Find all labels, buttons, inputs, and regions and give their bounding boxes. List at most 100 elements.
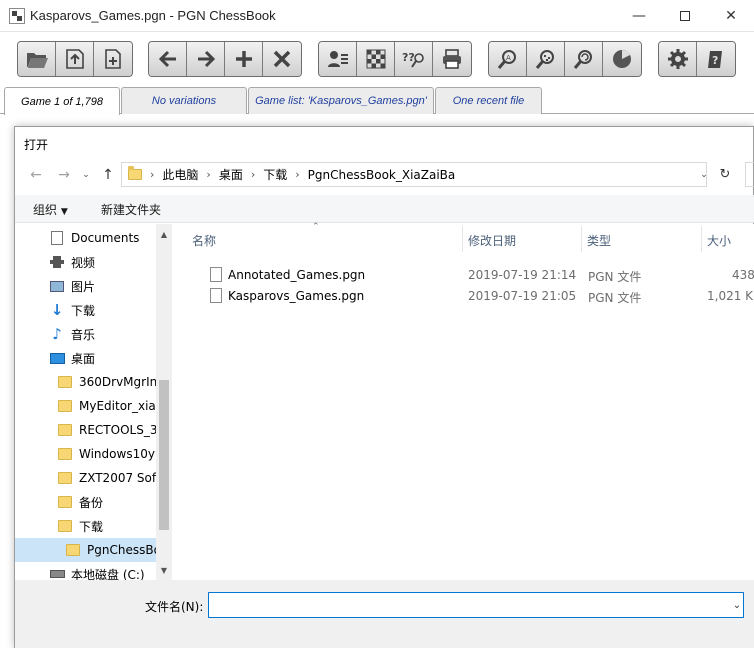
column-header-type[interactable]: 类型	[587, 232, 611, 249]
nav-item-folder[interactable]: 360DrvMgrIn	[15, 370, 172, 394]
address-bar[interactable]: › 此电脑 › 桌面 › 下载 › PgnChessBook_XiaZaiBa	[121, 162, 707, 187]
file-row[interactable]: Annotated_Games.pgn 2019-07-19 21:14 PGN…	[192, 265, 754, 285]
file-icon	[210, 267, 222, 282]
delete-x-icon	[273, 50, 291, 68]
tab-game-list[interactable]: Game list: 'Kasparovs_Games.pgn'	[248, 87, 434, 114]
save-upload-icon	[65, 49, 84, 69]
tab-variations[interactable]: No variations	[121, 87, 247, 114]
nav-item-label: 本地磁盘 (C:)	[71, 567, 145, 581]
reverse-search-button[interactable]	[565, 42, 603, 76]
toolbar-group-navigate	[148, 41, 302, 77]
player-list-button[interactable]	[319, 42, 357, 76]
column-header-size[interactable]: 大小	[707, 232, 731, 249]
nav-item-folder[interactable]: MyEditor_xiaz	[15, 394, 172, 418]
breadcrumb-current-folder[interactable]: PgnChessBook_XiaZaiBa	[308, 168, 456, 182]
nav-item-folder[interactable]: Windows10yis	[15, 442, 172, 466]
file-modified: 2019-07-19 21:05	[468, 289, 577, 303]
nav-item-drive[interactable]: 本地磁盘 (C:)	[15, 562, 172, 580]
nav-item-folder[interactable]: ZXT2007 Soft	[15, 466, 172, 490]
file-size: 438 KB	[732, 268, 754, 282]
nav-item-folder-selected[interactable]: PgnChessBo	[15, 538, 172, 562]
tab-recent-files[interactable]: One recent file	[435, 87, 542, 114]
breadcrumb-downloads[interactable]: 下载	[263, 166, 287, 183]
nav-item-pictures[interactable]: 图片	[15, 274, 172, 298]
folder-icon	[65, 543, 81, 557]
file-row[interactable]: Kasparovs_Games.pgn 2019-07-19 21:05 PGN…	[192, 286, 754, 306]
folder-icon	[57, 375, 73, 389]
delete-button[interactable]	[263, 42, 301, 76]
nav-item-label: RECTOOLS_30	[79, 423, 166, 437]
question-search-icon: ??	[402, 51, 424, 68]
annotation-search-button[interactable]: ??	[395, 42, 433, 76]
forward-button[interactable]: →	[55, 166, 73, 184]
filename-label: 文件名(N):	[145, 600, 204, 614]
open-button[interactable]	[18, 42, 56, 76]
column-header-modified[interactable]: 修改日期	[468, 232, 516, 249]
back-button[interactable]: ←	[27, 166, 45, 184]
nav-item-label: 下载	[79, 519, 104, 534]
print-button[interactable]	[433, 42, 471, 76]
arrow-left-icon	[158, 50, 176, 68]
nav-item-folder[interactable]: RECTOOLS_30	[15, 418, 172, 442]
add-button[interactable]	[225, 42, 263, 76]
main-toolbar: ?? A ?	[0, 33, 754, 85]
file-name: Annotated_Games.pgn	[228, 268, 366, 282]
new-folder-button[interactable]: 新建文件夹	[101, 201, 161, 218]
settings-button[interactable]	[659, 42, 697, 76]
previous-button[interactable]	[149, 42, 187, 76]
nav-item-videos[interactable]: 视频	[15, 250, 172, 274]
window-title: Kasparovs_Games.pgn - PGN ChessBook	[30, 8, 276, 23]
open-folder-icon	[26, 53, 48, 68]
chessboard-button[interactable]	[357, 42, 395, 76]
scroll-up-icon[interactable]: ▲	[156, 226, 172, 242]
breadcrumb-this-pc[interactable]: 此电脑	[162, 166, 198, 183]
column-header-name[interactable]: 名称	[192, 232, 216, 249]
new-file-button[interactable]	[94, 42, 132, 76]
nav-item-documents[interactable]: Documents	[15, 226, 172, 250]
column-divider[interactable]	[581, 226, 582, 252]
refresh-button[interactable]: ↻	[713, 162, 737, 187]
scrollbar-thumb[interactable]	[159, 380, 169, 530]
nav-item-label: 音乐	[71, 327, 96, 342]
minimize-button[interactable]: —	[616, 0, 662, 32]
help-button[interactable]: ?	[697, 42, 735, 76]
scroll-down-icon[interactable]: ▼	[156, 562, 172, 578]
nav-item-label: 桌面	[71, 351, 96, 366]
nav-item-label: Windows10yis	[79, 447, 165, 461]
nav-item-desktop[interactable]: 桌面	[15, 346, 172, 370]
tab-game[interactable]: Game 1 of 1,798	[4, 87, 120, 115]
filename-dropdown-button[interactable]: ⌄	[728, 593, 746, 617]
column-divider[interactable]	[701, 226, 702, 252]
sort-ascending-icon: ⌃	[312, 222, 320, 232]
address-dropdown-button[interactable]: ⌄	[695, 166, 713, 184]
nav-item-folder[interactable]: 下载	[15, 514, 172, 538]
column-divider[interactable]	[462, 226, 463, 252]
search-box[interactable]	[745, 162, 754, 187]
filename-input[interactable]	[208, 592, 744, 618]
maximize-button[interactable]	[662, 0, 708, 32]
toolbar-group-file	[17, 41, 133, 77]
download-icon: ↓	[50, 301, 64, 319]
statistics-button[interactable]	[603, 42, 641, 76]
chevron-right-icon: ›	[206, 168, 211, 181]
nav-item-folder[interactable]: 备份	[15, 490, 172, 514]
save-button[interactable]	[56, 42, 94, 76]
nav-item-downloads[interactable]: ↓ 下载	[15, 298, 172, 322]
nav-item-music[interactable]: ♪ 音乐	[15, 322, 172, 346]
recent-locations-button[interactable]: ⌄	[77, 166, 95, 184]
breadcrumb-desktop[interactable]: 桌面	[219, 166, 243, 183]
drive-icon	[49, 567, 65, 580]
pattern-search-button[interactable]	[527, 42, 565, 76]
position-search-button[interactable]: A	[489, 42, 527, 76]
next-button[interactable]	[187, 42, 225, 76]
reverse-search-icon	[573, 50, 592, 69]
close-button[interactable]: ✕	[708, 0, 754, 32]
file-list: ⌃ 名称 修改日期 类型 大小 Annotated_Games.pgn 2019…	[172, 222, 754, 580]
documents-icon	[49, 231, 65, 245]
chevron-down-icon: ⌄	[700, 170, 708, 180]
filename-bar: 文件名(N): ⌄	[15, 580, 754, 648]
folder-icon	[57, 519, 73, 533]
up-button[interactable]: ↑	[99, 166, 117, 184]
nav-scrollbar[interactable]: ▲ ▼	[156, 224, 172, 580]
organize-menu[interactable]: 组织 ▼	[33, 201, 68, 218]
